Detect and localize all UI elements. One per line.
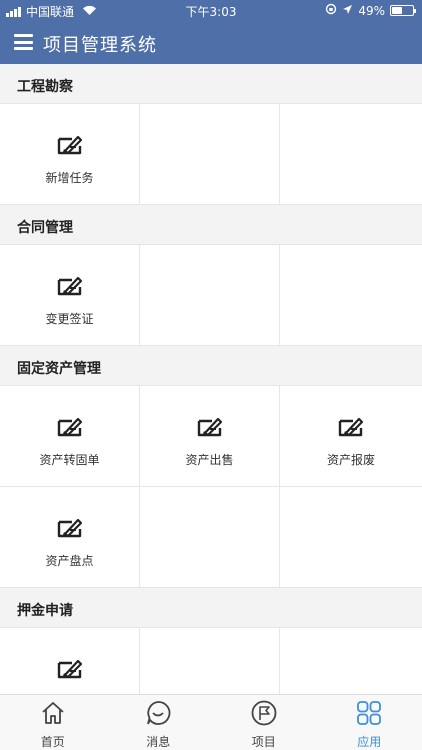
apps-grid-icon — [356, 700, 382, 730]
bottom-tab-bar: 首页 消息 项目 应用 — [0, 694, 422, 750]
battery-percent: 49% — [358, 3, 385, 18]
empty-cell — [280, 104, 422, 205]
tab-message[interactable]: 消息 — [106, 695, 212, 750]
app-item[interactable]: 资产报废 — [280, 386, 422, 487]
empty-cell — [280, 487, 422, 588]
app-item[interactable]: 新增任务 — [0, 104, 140, 205]
empty-cell — [280, 245, 422, 346]
section-title: 押金申请 — [17, 603, 73, 619]
section-title: 工程勘察 — [17, 79, 73, 95]
tab-label: 应用 — [357, 735, 382, 749]
location-icon — [342, 4, 353, 18]
edit-form-icon — [196, 416, 224, 442]
empty-cell — [140, 245, 280, 346]
edit-form-icon — [56, 416, 84, 442]
tab-label: 项目 — [251, 735, 276, 749]
app-grid-content[interactable]: 工程勘察新增任务合同管理变更签证固定资产管理资产转固单 资产出售 资产报废资产盘点押… — [0, 64, 422, 694]
tab-label: 消息 — [146, 735, 171, 749]
app-item[interactable]: 押金申请单 — [0, 628, 140, 694]
edit-form-icon — [56, 134, 84, 160]
hamburger-menu-icon[interactable] — [14, 34, 33, 50]
edit-form-icon — [56, 517, 84, 543]
orientation-lock-icon — [325, 3, 337, 18]
section-grid: 新增任务 — [0, 103, 422, 205]
empty-cell — [140, 104, 280, 205]
app-header: 项目管理系统 — [0, 22, 422, 64]
battery-icon — [390, 5, 416, 16]
app-item-label: 变更签证 — [45, 312, 94, 326]
section-title: 合同管理 — [17, 220, 73, 236]
edit-form-icon — [337, 416, 365, 442]
app-item[interactable]: 资产转固单 — [0, 386, 140, 487]
app-item-label: 新增任务 — [45, 171, 94, 185]
app-item-label: 资产盘点 — [45, 554, 94, 568]
edit-form-icon — [56, 658, 84, 684]
message-icon — [145, 700, 171, 730]
tab-flag[interactable]: 项目 — [211, 695, 317, 750]
app-item-label: 资产报废 — [326, 453, 375, 467]
app-item[interactable]: 变更签证 — [0, 245, 140, 346]
tab-home[interactable]: 首页 — [0, 695, 106, 750]
section-title: 固定资产管理 — [17, 361, 101, 377]
empty-cell — [280, 628, 422, 694]
flag-icon — [251, 700, 277, 730]
empty-cell — [140, 487, 280, 588]
edit-form-icon — [56, 275, 84, 301]
app-item[interactable]: 资产盘点 — [0, 487, 140, 588]
tab-label: 首页 — [40, 735, 65, 749]
status-bar: 中国联通 下午3:03 49% — [0, 0, 422, 22]
tab-apps-grid[interactable]: 应用 — [317, 695, 422, 750]
app-item[interactable]: 资产出售 — [140, 386, 280, 487]
section-grid: 资产转固单 资产出售 资产报废资产盘点 — [0, 385, 422, 588]
section-grid: 变更签证 — [0, 244, 422, 346]
section-grid: 押金申请单 — [0, 627, 422, 694]
empty-cell — [140, 628, 280, 694]
app-item-label: 资产转固单 — [39, 453, 100, 467]
app-item-label: 资产出售 — [185, 453, 234, 467]
home-icon — [40, 700, 66, 730]
page-title: 项目管理系统 — [43, 35, 157, 56]
